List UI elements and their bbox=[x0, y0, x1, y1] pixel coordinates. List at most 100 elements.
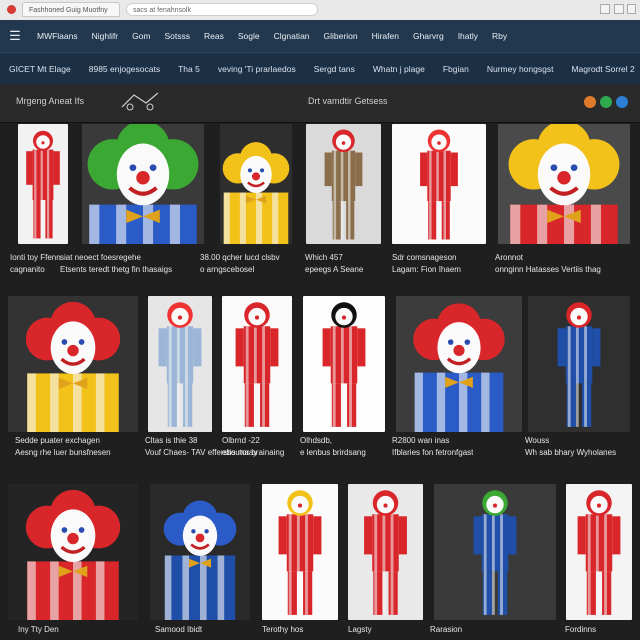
card-caption: Sdr comsnageson Lagam: Fion Ihaem bbox=[392, 252, 461, 276]
clown-photo-thumbnail[interactable] bbox=[348, 484, 423, 620]
maximize-icon[interactable] bbox=[614, 4, 624, 14]
caption-line: Which 457 bbox=[305, 253, 343, 262]
clown-photo-thumbnail[interactable] bbox=[528, 296, 630, 432]
card-caption: Lagsty bbox=[348, 624, 372, 636]
clown-photo-thumbnail[interactable] bbox=[150, 484, 250, 620]
caption-line: e lenbus brirdsang bbox=[300, 448, 366, 457]
nav-item[interactable]: Rby bbox=[485, 31, 514, 41]
clown-photo-thumbnail[interactable] bbox=[18, 124, 68, 244]
card-caption: Sedde puater exchagen Aesng rhe luer buns… bbox=[15, 435, 111, 459]
clown-photo-thumbnail[interactable] bbox=[262, 484, 338, 620]
subnav-item[interactable]: 8985 enjogesocats bbox=[80, 64, 169, 74]
caption-line: Aronnot bbox=[495, 253, 524, 262]
nav-item[interactable]: Sogle bbox=[231, 31, 267, 41]
subnav-item[interactable]: Fbgian bbox=[434, 64, 478, 74]
clown-photo-thumbnail[interactable] bbox=[148, 296, 212, 432]
card-caption: Olbrnd -22 eboutor brainaing bbox=[222, 435, 284, 459]
caption-line: Etsents teredt thetg fin thasaigs bbox=[60, 265, 173, 274]
gallery-toolbar: Mrgeng Aneat Ifs Drt vamdtir Getsess bbox=[0, 84, 640, 123]
card-caption: Olhdsdb, e lenbus brirdsang bbox=[300, 435, 366, 459]
caption-line: Samood Ibidt bbox=[155, 625, 203, 634]
card-caption: 38.00 qcher lucd clsbv o arngscebosel bbox=[200, 252, 280, 276]
caption-line: Aesng rhe luer bunsfnesen bbox=[15, 448, 111, 457]
caption-line: 38.00 qcher lucd clsbv bbox=[200, 253, 280, 262]
nav-item[interactable]: Nighlifr bbox=[85, 31, 125, 41]
card-caption: Iny Tty Den bbox=[18, 624, 59, 636]
browser-tab[interactable]: Fashhoned Guig Muotfny bbox=[22, 2, 120, 17]
clown-photo-thumbnail[interactable] bbox=[306, 124, 381, 244]
nav-item[interactable]: Clgnatian bbox=[267, 31, 317, 41]
clown-photo-thumbnail[interactable] bbox=[566, 484, 632, 620]
nav-item[interactable]: Gliberion bbox=[317, 31, 365, 41]
clown-photo-thumbnail[interactable] bbox=[434, 484, 556, 620]
caption-line: epeegs A Seane bbox=[305, 265, 364, 274]
clown-photo-thumbnail[interactable] bbox=[498, 124, 630, 244]
card-caption: siat neoect foesregehe Etsents teredt the… bbox=[60, 252, 172, 276]
nav-item[interactable]: Gom bbox=[125, 31, 157, 41]
caption-line: o arngscebosel bbox=[200, 265, 255, 274]
caption-line: Ionti toy Ffenn bbox=[10, 253, 61, 262]
nav-item[interactable]: Gharvrg bbox=[406, 31, 451, 41]
caption-line: Lagam: Fion Ihaem bbox=[392, 265, 461, 274]
caption-line: Iny Tty Den bbox=[18, 625, 59, 634]
card-caption: Wouss Wh sab bhary Wyholanes bbox=[525, 435, 616, 459]
clown-photo-thumbnail[interactable] bbox=[220, 124, 292, 244]
clown-photo-thumbnail[interactable] bbox=[303, 296, 385, 432]
card-caption: R2800 wan inas Ifblaries fon fetronfgast bbox=[392, 435, 473, 459]
caption-line: Fordinns bbox=[565, 625, 597, 634]
subnav-item[interactable]: veving 'Ti prarlaedos bbox=[209, 64, 305, 74]
globe-icon[interactable] bbox=[616, 96, 628, 108]
gallery-subheading: Drt vamdtir Getsess bbox=[308, 96, 388, 106]
clown-photo-thumbnail[interactable] bbox=[8, 296, 138, 432]
caption-line: eboutor brainaing bbox=[222, 448, 285, 457]
subnav-item[interactable]: Nurmey hongsgst bbox=[478, 64, 563, 74]
subnav-item[interactable]: Whatn j plage bbox=[364, 64, 434, 74]
caption-line: Rarasion bbox=[430, 625, 463, 634]
caption-line: cagnanito bbox=[10, 265, 45, 274]
nav-item[interactable]: MWFlaans bbox=[30, 31, 85, 41]
caption-line: Sedde puater exchagen bbox=[15, 436, 100, 445]
card-caption: Ionti toy Ffenn cagnanito bbox=[10, 252, 61, 276]
caption-line: Olbrnd -22 bbox=[222, 436, 260, 445]
scissors-icon bbox=[121, 92, 159, 111]
caption-line: Terothy hos bbox=[262, 625, 304, 634]
nav-item[interactable]: Ihatly bbox=[451, 31, 485, 41]
close-window-icon[interactable] bbox=[7, 5, 16, 14]
clown-photo-thumbnail[interactable] bbox=[396, 296, 522, 432]
caption-line: siat neoect foesregehe bbox=[60, 253, 141, 262]
menu-icon[interactable]: ☰ bbox=[0, 28, 30, 44]
caption-line: Ifblaries fon fetronfgast bbox=[392, 448, 474, 457]
caption-line: R2800 wan inas bbox=[392, 436, 450, 445]
card-caption: Which 457 epeegs A Seane bbox=[305, 252, 363, 276]
nav-item[interactable]: Reas bbox=[197, 31, 231, 41]
window-close-icon[interactable] bbox=[627, 4, 636, 14]
caption-line: onnginn Hatasses Vertiis thag bbox=[495, 265, 601, 274]
address-bar[interactable]: sacs at fenahnsolk bbox=[126, 3, 318, 16]
card-caption: Aronnot onnginn Hatasses Vertiis thag bbox=[495, 252, 601, 276]
caption-line: Wh sab bhary Wyholanes bbox=[525, 448, 617, 457]
subnav-item[interactable]: GICET Mt Elage bbox=[0, 64, 80, 74]
pinwheel-icon[interactable] bbox=[584, 96, 596, 108]
image-grid: Ionti toy Ffenn cagnanito siat neoect foes… bbox=[0, 122, 640, 640]
minimize-icon[interactable] bbox=[600, 4, 610, 14]
caption-line: Wouss bbox=[525, 436, 550, 445]
card-caption: Rarasion bbox=[430, 624, 462, 636]
caption-line: Sdr comsnageson bbox=[392, 253, 457, 262]
clown-photo-thumbnail[interactable] bbox=[392, 124, 486, 244]
subnav-item[interactable]: Sergd tans bbox=[305, 64, 364, 74]
clown-photo-thumbnail[interactable] bbox=[222, 296, 292, 432]
gallery-heading: Mrgeng Aneat Ifs bbox=[16, 96, 85, 106]
subnav-item[interactable]: Magrodt Sorrel 2 bbox=[562, 64, 640, 74]
clown-photo-thumbnail[interactable] bbox=[82, 124, 204, 244]
refresh-icon[interactable] bbox=[600, 96, 612, 108]
card-caption: Terothy hos bbox=[262, 624, 303, 636]
top-navigation: ☰ MWFlaans Nighlifr Gom Sotsss Reas Sogl… bbox=[0, 20, 640, 52]
caption-line: Lagsty bbox=[348, 625, 372, 634]
nav-item[interactable]: Hirafen bbox=[365, 31, 406, 41]
caption-line: Olhdsdb, bbox=[300, 436, 333, 445]
browser-chrome: Fashhoned Guig Muotfny sacs at fenahnsol… bbox=[0, 0, 640, 21]
nav-item[interactable]: Sotsss bbox=[158, 31, 198, 41]
subnav-item[interactable]: Tha 5 bbox=[169, 64, 209, 74]
clown-photo-thumbnail[interactable] bbox=[8, 484, 138, 620]
card-caption: Samood Ibidt bbox=[155, 624, 202, 636]
